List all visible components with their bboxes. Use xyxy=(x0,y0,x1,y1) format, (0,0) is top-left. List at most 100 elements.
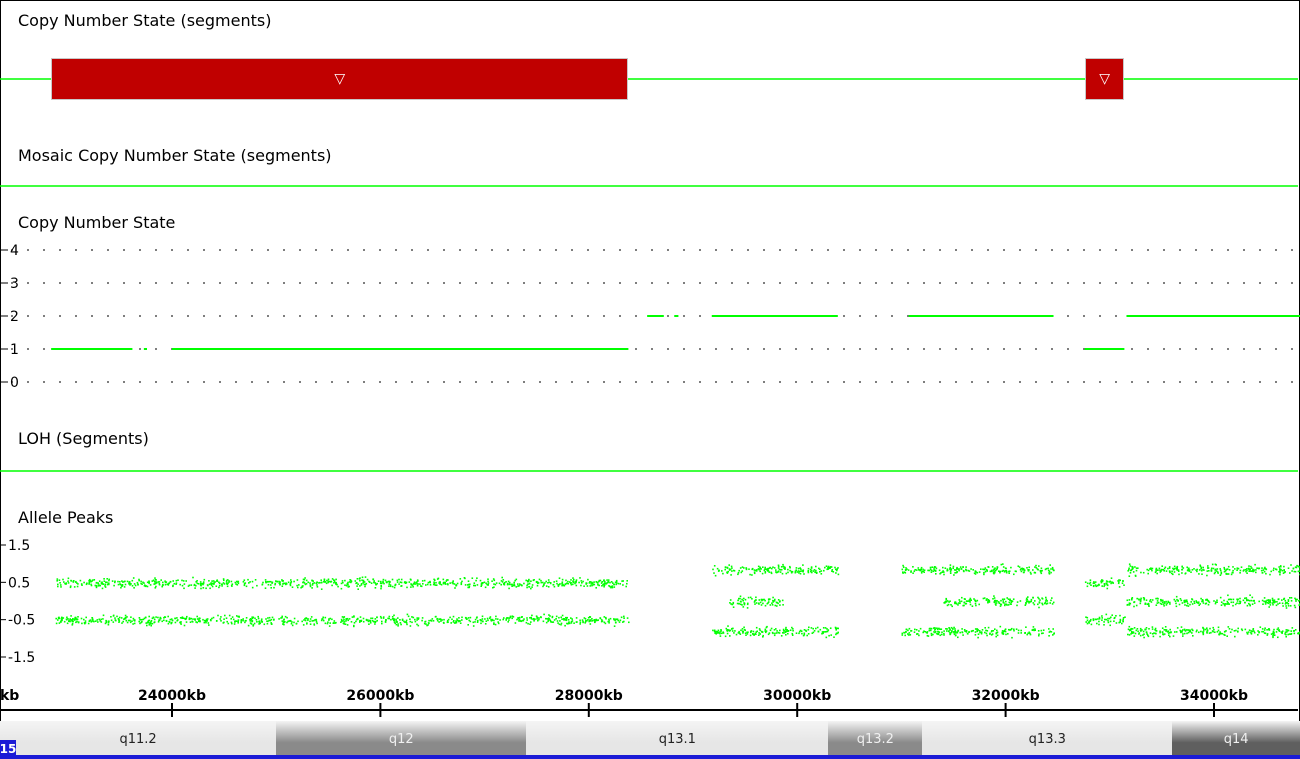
allele-point xyxy=(307,619,309,622)
ideogram-band[interactable]: q13.1 xyxy=(526,721,829,757)
allele-point xyxy=(185,621,188,623)
allele-point xyxy=(1216,568,1219,570)
allele-point xyxy=(1204,628,1207,631)
allele-point xyxy=(937,631,939,633)
allele-point xyxy=(1216,571,1219,573)
allele-point xyxy=(562,584,565,587)
ideogram-band[interactable]: q14 xyxy=(1172,721,1300,757)
grid-dot xyxy=(923,381,925,383)
allele-point xyxy=(1206,630,1209,632)
allele-point xyxy=(575,617,578,619)
allele-point xyxy=(567,580,569,583)
allele-point xyxy=(329,617,332,620)
allele-point xyxy=(1016,601,1019,603)
allele-point xyxy=(1051,597,1053,599)
allele-point xyxy=(746,607,749,609)
allele-point xyxy=(972,569,974,571)
allele-point xyxy=(791,626,793,629)
allele-point xyxy=(815,572,818,574)
allele-point xyxy=(347,584,349,586)
allele-point xyxy=(1274,568,1277,570)
allele-point xyxy=(206,618,209,620)
allele-point xyxy=(497,622,500,625)
allele-point xyxy=(1161,627,1164,629)
allele-point xyxy=(1285,633,1287,636)
allele-point xyxy=(962,634,964,636)
ideogram-band[interactable]: q12 xyxy=(276,721,527,757)
allele-point xyxy=(85,616,87,619)
allele-point xyxy=(1246,568,1248,570)
allele-point xyxy=(283,623,285,626)
allele-point xyxy=(1044,600,1047,602)
ideogram-band[interactable]: q13.3 xyxy=(922,721,1173,757)
allele-point xyxy=(355,620,357,623)
allele-point xyxy=(1272,636,1274,639)
grid-dot xyxy=(459,315,461,317)
allele-point xyxy=(927,569,929,572)
allele-point xyxy=(1289,605,1292,607)
grid-dot xyxy=(123,282,125,284)
ideogram-band[interactable]: q13.2 xyxy=(828,721,923,757)
allele-cluster xyxy=(1127,625,1300,639)
cn-segment-loss[interactable]: ▽ xyxy=(51,58,629,100)
cn-segment-loss[interactable]: ▽ xyxy=(1084,58,1125,100)
allele-point xyxy=(957,568,960,570)
allele-point xyxy=(830,634,832,636)
allele-point xyxy=(153,621,156,623)
allele-point xyxy=(802,570,804,573)
allele-point xyxy=(764,628,767,631)
allele-point xyxy=(1249,604,1251,607)
allele-point xyxy=(1148,605,1150,607)
tracks-canvas[interactable]: 43210 1.50.5-0.5-1.5 24000kb 26000kb 28000… xyxy=(0,0,1300,721)
allele-point xyxy=(326,579,328,582)
allele-point xyxy=(957,636,959,639)
allele-point xyxy=(139,622,141,625)
grid-dot xyxy=(1099,249,1101,251)
chromosome-ideogram[interactable]: q11.2 q12 q13.1 q13.2 q13.3 q14 xyxy=(0,721,1300,757)
allele-point xyxy=(95,586,98,589)
allele-point xyxy=(775,569,777,571)
allele-point xyxy=(719,635,722,637)
allele-point xyxy=(1253,630,1255,633)
allele-point xyxy=(1189,603,1191,606)
grid-dot xyxy=(27,381,29,383)
grid-dot xyxy=(827,282,829,284)
allele-point xyxy=(175,583,177,585)
allele-point xyxy=(398,578,400,581)
allele-point xyxy=(1219,569,1222,572)
allele-point xyxy=(271,582,273,584)
allele-point xyxy=(791,634,794,636)
allele-point xyxy=(1010,566,1012,569)
allele-point xyxy=(835,572,837,574)
allele-point xyxy=(787,571,789,574)
allele-point xyxy=(1005,571,1008,574)
allele-point xyxy=(1261,630,1263,633)
allele-point xyxy=(73,619,76,621)
allele-point xyxy=(1002,600,1005,602)
allele-point xyxy=(1232,604,1234,607)
allele-point xyxy=(1172,573,1174,576)
allele-point xyxy=(142,618,145,621)
grid-dot xyxy=(1163,381,1165,383)
allele-point xyxy=(1177,569,1180,571)
allele-point xyxy=(918,630,920,632)
allele-point xyxy=(1088,622,1090,624)
allele-point xyxy=(373,580,375,582)
allele-point xyxy=(525,579,527,582)
allele-point xyxy=(513,584,516,587)
ideogram-band[interactable]: q11.2 xyxy=(0,721,277,757)
allele-point xyxy=(743,628,746,631)
allele-point xyxy=(434,584,437,586)
allele-point xyxy=(1231,628,1233,631)
allele-point xyxy=(978,630,981,632)
allele-point xyxy=(963,601,966,604)
allele-point xyxy=(905,567,907,569)
allele-point xyxy=(374,620,377,623)
allele-point xyxy=(835,568,837,571)
allele-point xyxy=(202,581,205,583)
allele-point xyxy=(794,571,797,574)
grid-dot xyxy=(1275,381,1277,383)
grid-dot xyxy=(27,348,29,350)
allele-point xyxy=(569,581,571,583)
grid-dot xyxy=(571,315,573,317)
